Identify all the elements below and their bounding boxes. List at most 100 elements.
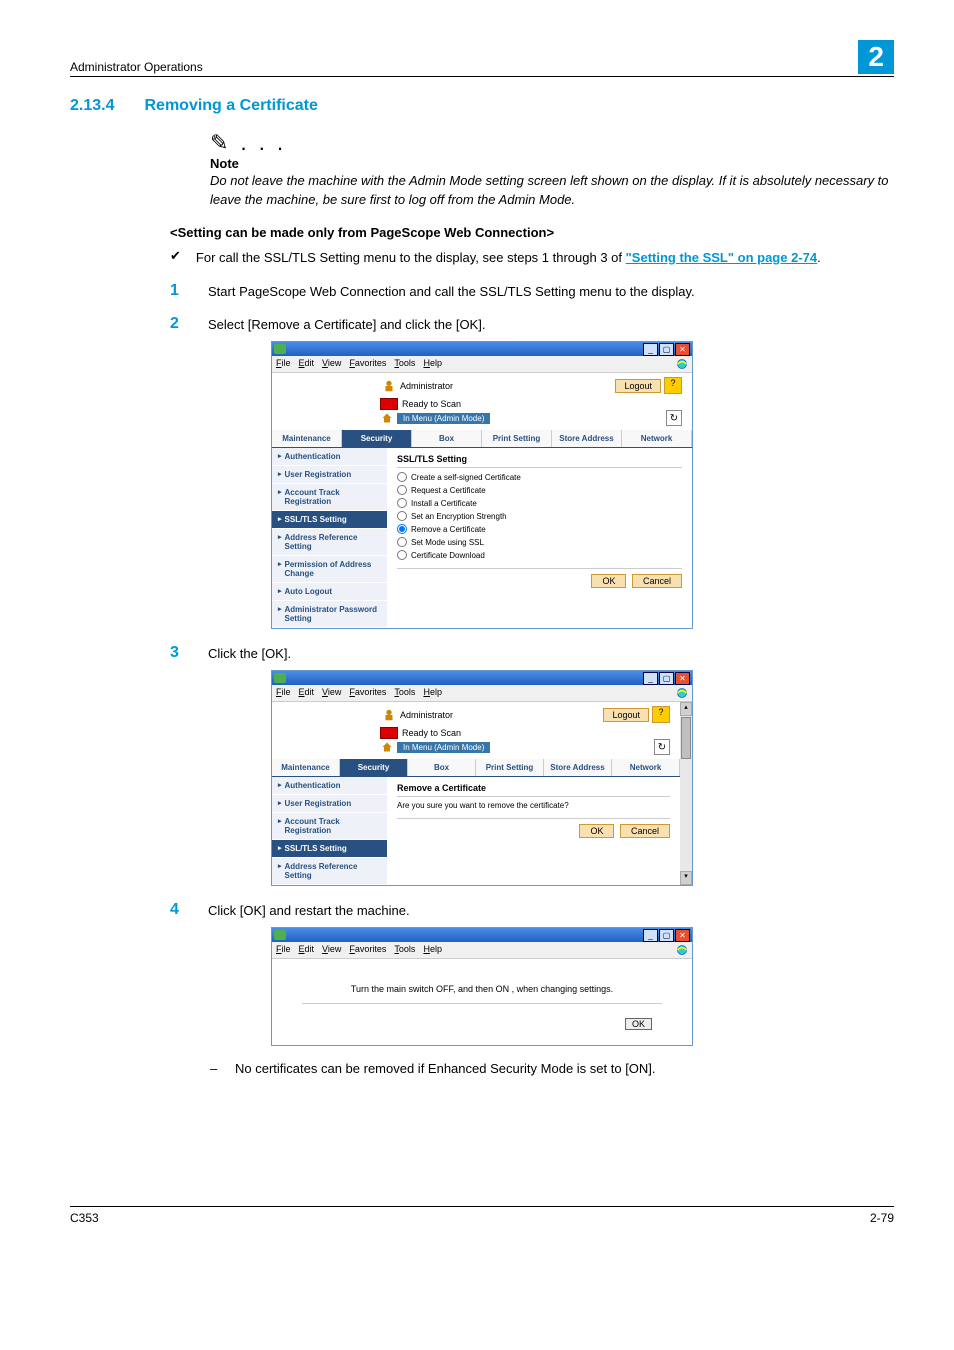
status-icon <box>380 727 398 739</box>
close-button[interactable]: ✕ <box>675 929 690 942</box>
logout-button[interactable]: Logout <box>615 379 661 393</box>
ssl-radio[interactable] <box>397 511 407 521</box>
scroll-thumb[interactable] <box>681 717 691 759</box>
tab-network[interactable]: Network <box>622 430 692 447</box>
tab-store-address[interactable]: Store Address <box>552 430 622 447</box>
ssl-radio[interactable] <box>397 485 407 495</box>
menu-bar[interactable]: File Edit View Favorites Tools Help <box>272 942 692 959</box>
section-number: 2.13.4 <box>70 97 114 115</box>
footer-right: 2-79 <box>870 1211 894 1225</box>
sidebar-item-ssl-tls[interactable]: SSL/TLS Setting <box>272 511 387 529</box>
menu-help[interactable]: Help <box>423 944 442 956</box>
refresh-button[interactable]: ↻ <box>654 739 670 755</box>
sidebar-item-authentication[interactable]: Authentication <box>272 448 387 466</box>
refresh-button[interactable]: ↻ <box>666 410 682 426</box>
maximize-button[interactable]: ▢ <box>659 672 674 685</box>
tab-box[interactable]: Box <box>408 759 476 776</box>
sidebar-item-ssl-tls[interactable]: SSL/TLS Setting <box>272 840 387 858</box>
help-button[interactable]: ? <box>664 377 682 394</box>
panel-message: Are you sure you want to remove the cert… <box>397 801 670 810</box>
menu-edit[interactable]: Edit <box>299 944 315 956</box>
cancel-button[interactable]: Cancel <box>632 574 682 588</box>
menu-edit[interactable]: Edit <box>299 687 315 699</box>
maximize-button[interactable]: ▢ <box>659 929 674 942</box>
sidebar-item-permission-address[interactable]: Permission of Address Change <box>272 556 387 583</box>
ssl-option[interactable]: Remove a Certificate <box>397 524 682 534</box>
sidebar-item-admin-password[interactable]: Administrator Password Setting <box>272 601 387 628</box>
scroll-down-button[interactable]: ▾ <box>680 871 692 885</box>
ok-button[interactable]: OK <box>625 1018 652 1030</box>
menu-bar[interactable]: File Edit View Favorites Tools Help <box>272 356 692 373</box>
ssl-radio[interactable] <box>397 550 407 560</box>
sidebar-item-address-reference[interactable]: Address Reference Setting <box>272 858 387 885</box>
menu-view[interactable]: View <box>322 687 341 699</box>
tab-security[interactable]: Security <box>340 759 408 776</box>
panel-title: Remove a Certificate <box>397 783 670 797</box>
minimize-button[interactable]: _ <box>643 929 658 942</box>
tab-maintenance[interactable]: Maintenance <box>272 430 342 447</box>
sidebar-item-account-track[interactable]: Account Track Registration <box>272 813 387 840</box>
home-icon[interactable] <box>380 412 394 424</box>
minimize-button[interactable]: _ <box>643 343 658 356</box>
ssl-option[interactable]: Install a Certificate <box>397 498 682 508</box>
tab-store-address[interactable]: Store Address <box>544 759 612 776</box>
ok-button[interactable]: OK <box>579 824 614 838</box>
maximize-button[interactable]: ▢ <box>659 343 674 356</box>
prereq-link[interactable]: "Setting the SSL" on page 2-74 <box>626 250 817 265</box>
sidebar-item-user-registration[interactable]: User Registration <box>272 466 387 484</box>
ssl-option[interactable]: Set Mode using SSL <box>397 537 682 547</box>
sidebar-item-account-track[interactable]: Account Track Registration <box>272 484 387 511</box>
step-text: Click [OK] and restart the machine. <box>208 901 894 918</box>
ssl-radio[interactable] <box>397 524 407 534</box>
menu-view[interactable]: View <box>322 358 341 370</box>
step-text: Start PageScope Web Connection and call … <box>208 282 894 299</box>
menu-file[interactable]: File <box>276 358 291 370</box>
menu-favorites[interactable]: Favorites <box>349 944 386 956</box>
minimize-button[interactable]: _ <box>643 672 658 685</box>
sidebar-item-address-reference[interactable]: Address Reference Setting <box>272 529 387 556</box>
ssl-radio[interactable] <box>397 498 407 508</box>
cancel-button[interactable]: Cancel <box>620 824 670 838</box>
close-button[interactable]: ✕ <box>675 343 690 356</box>
close-button[interactable]: ✕ <box>675 672 690 685</box>
ssl-option[interactable]: Set an Encryption Strength <box>397 511 682 521</box>
ok-button[interactable]: OK <box>591 574 626 588</box>
substep-text: No certificates can be removed if Enhanc… <box>235 1061 656 1076</box>
ssl-radio[interactable] <box>397 472 407 482</box>
admin-label: Administrator <box>400 381 453 391</box>
ssl-option[interactable]: Create a self-signed Certificate <box>397 472 682 482</box>
scroll-up-button[interactable]: ▴ <box>680 702 692 716</box>
menu-file[interactable]: File <box>276 687 291 699</box>
ssl-option[interactable]: Request a Certificate <box>397 485 682 495</box>
tab-security[interactable]: Security <box>342 430 412 447</box>
tab-print-setting[interactable]: Print Setting <box>476 759 544 776</box>
browser-window-2: _ ▢ ✕ File Edit View Favorites Tools Hel… <box>271 670 693 886</box>
ssl-option[interactable]: Certificate Download <box>397 550 682 560</box>
step-text: Click the [OK]. <box>208 644 894 661</box>
sidebar-item-user-registration[interactable]: User Registration <box>272 795 387 813</box>
mode-label: In Menu (Admin Mode) <box>397 413 490 424</box>
ssl-option-label: Create a self-signed Certificate <box>411 473 521 482</box>
menu-file[interactable]: File <box>276 944 291 956</box>
tab-network[interactable]: Network <box>612 759 680 776</box>
home-icon[interactable] <box>380 741 394 753</box>
menu-help[interactable]: Help <box>423 687 442 699</box>
sidebar-item-auto-logout[interactable]: Auto Logout <box>272 583 387 601</box>
logout-button[interactable]: Logout <box>603 708 649 722</box>
menu-tools[interactable]: Tools <box>394 358 415 370</box>
menu-bar[interactable]: File Edit View Favorites Tools Help <box>272 685 692 702</box>
scrollbar[interactable]: ▴ ▾ <box>680 702 692 885</box>
tab-box[interactable]: Box <box>412 430 482 447</box>
tab-print-setting[interactable]: Print Setting <box>482 430 552 447</box>
menu-help[interactable]: Help <box>423 358 442 370</box>
help-button[interactable]: ? <box>652 706 670 723</box>
tab-maintenance[interactable]: Maintenance <box>272 759 340 776</box>
menu-view[interactable]: View <box>322 944 341 956</box>
menu-favorites[interactable]: Favorites <box>349 358 386 370</box>
menu-tools[interactable]: Tools <box>394 944 415 956</box>
menu-tools[interactable]: Tools <box>394 687 415 699</box>
menu-edit[interactable]: Edit <box>299 358 315 370</box>
sidebar-item-authentication[interactable]: Authentication <box>272 777 387 795</box>
menu-favorites[interactable]: Favorites <box>349 687 386 699</box>
ssl-radio[interactable] <box>397 537 407 547</box>
